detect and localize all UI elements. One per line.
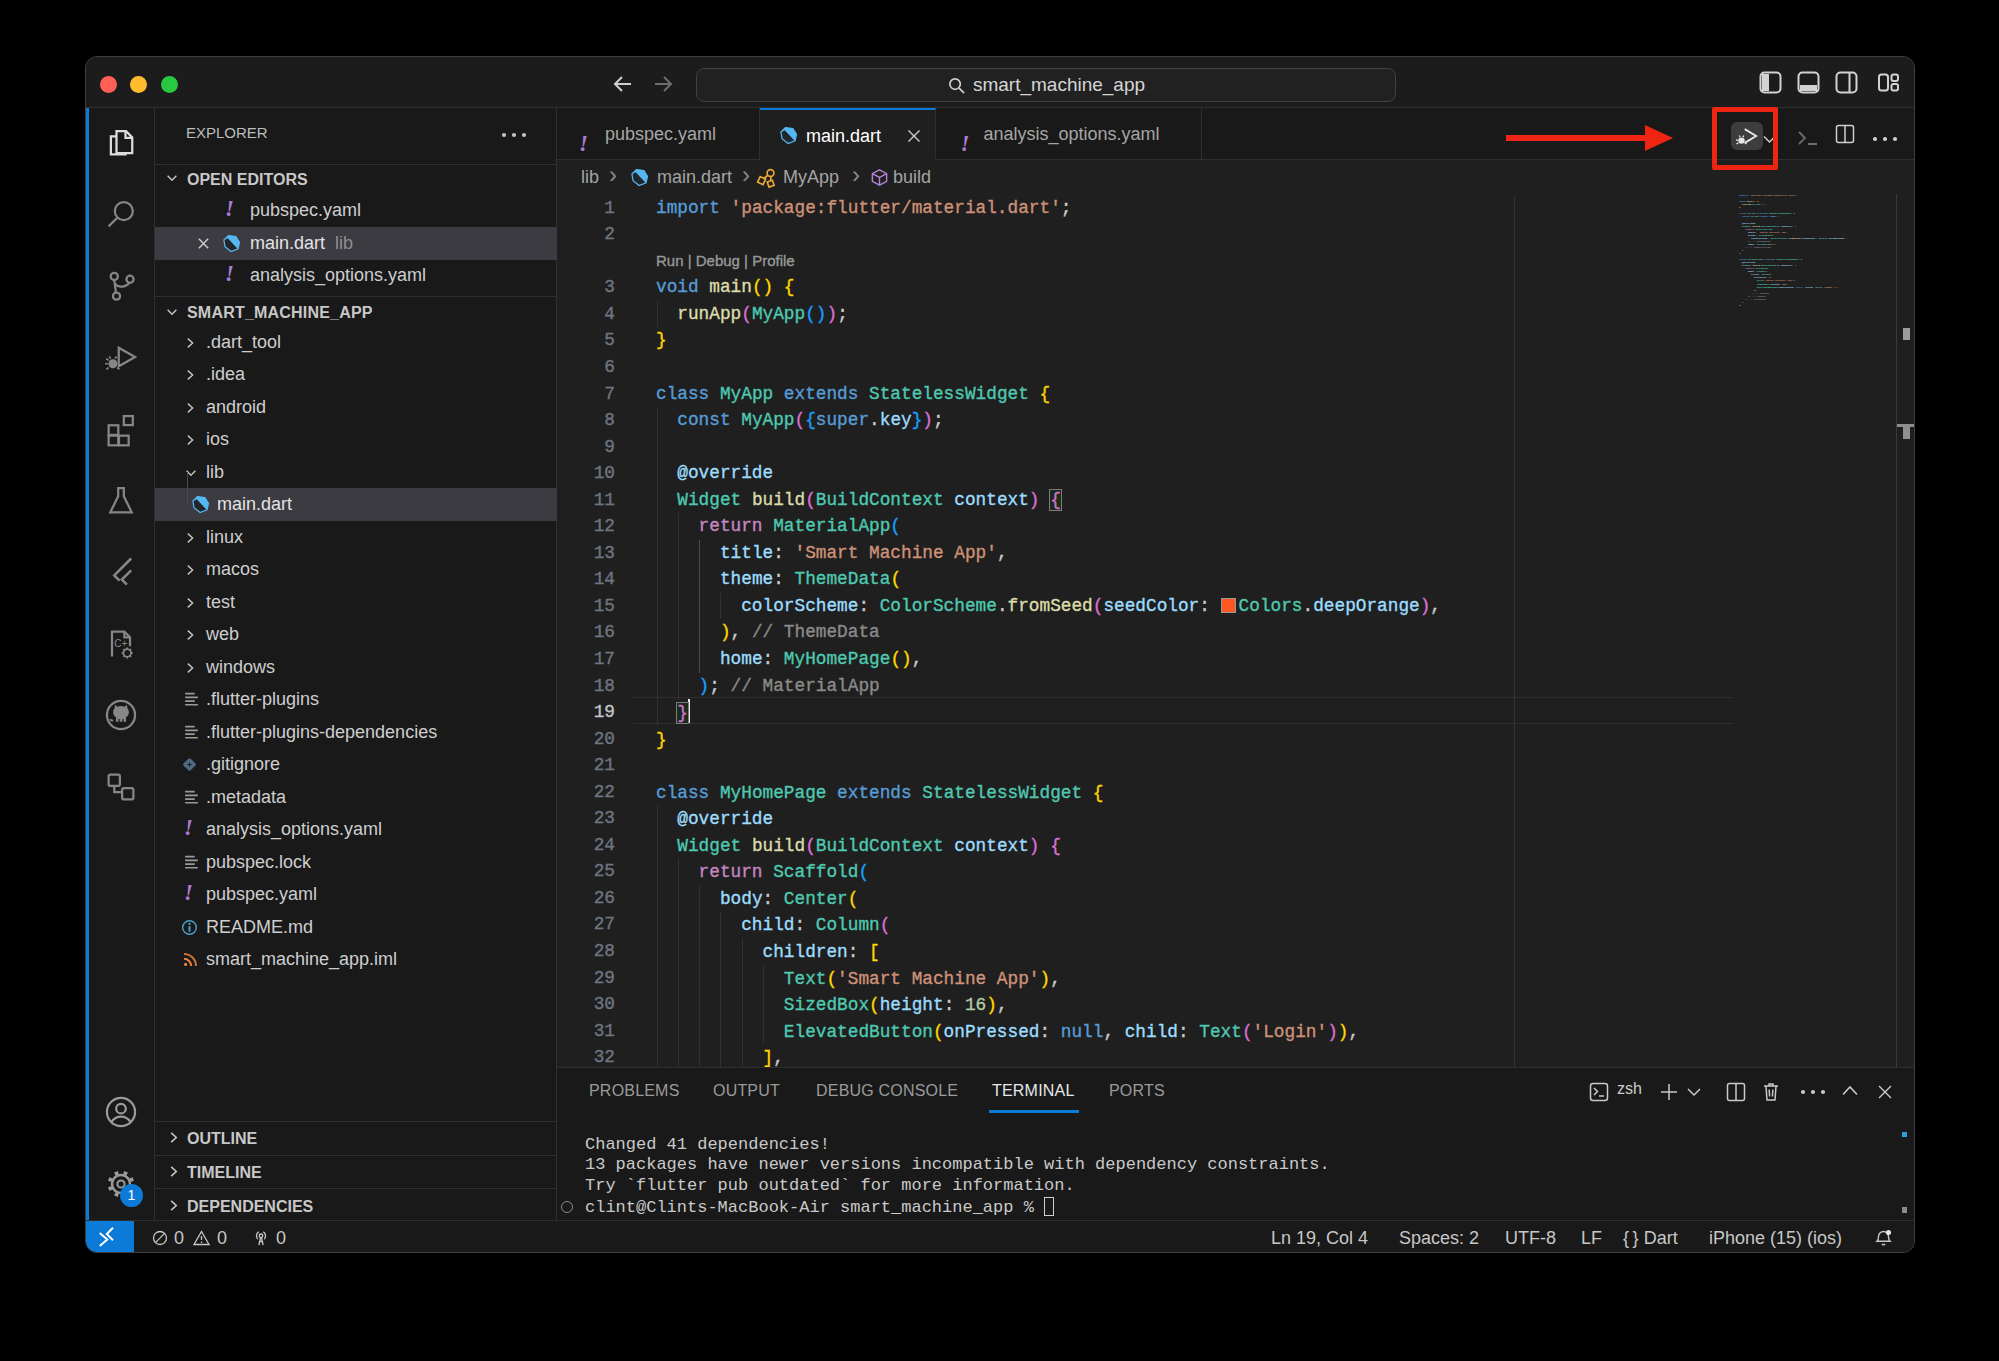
- svg-text:C+: C+: [114, 638, 127, 649]
